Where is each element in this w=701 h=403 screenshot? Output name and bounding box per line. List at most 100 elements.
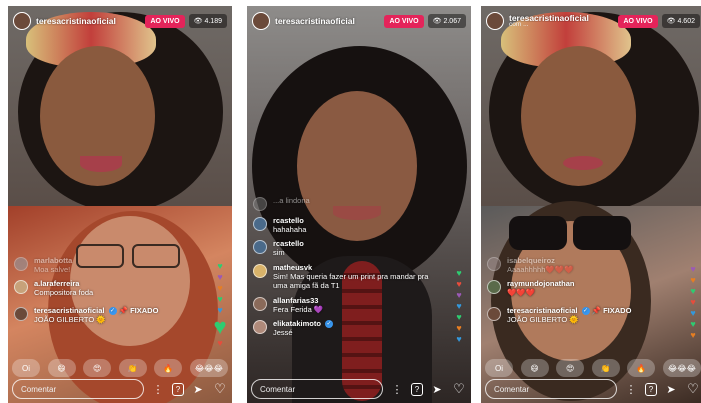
heart-icon: ♥ bbox=[456, 301, 462, 311]
viewer-count[interactable]: 👁 4.602 bbox=[661, 14, 700, 28]
heart-icon: ♥ bbox=[217, 261, 223, 271]
commenter-avatar[interactable] bbox=[14, 257, 28, 271]
comment-username[interactable]: marlabotta bbox=[34, 256, 72, 265]
comment-username[interactable]: allanfarias33 bbox=[273, 296, 323, 305]
quick-reply-laugh[interactable]: 😂😂😂 bbox=[662, 359, 701, 377]
commenter-avatar[interactable] bbox=[14, 306, 28, 321]
send-icon[interactable]: ➤ bbox=[429, 381, 445, 397]
commenter-avatar[interactable] bbox=[253, 319, 267, 334]
heart-icon: ♥ bbox=[217, 338, 223, 348]
comment-text: Fera Ferida 💜 bbox=[273, 304, 324, 314]
commenter-avatar[interactable] bbox=[487, 306, 501, 321]
comment-username[interactable]: rcastello bbox=[273, 216, 306, 225]
comment-item: isabelqueiroz Aaaahhhhh❤️❤️❤️ bbox=[487, 256, 677, 274]
more-options-icon[interactable]: ⋮ bbox=[389, 381, 405, 397]
like-heart-icon[interactable]: ♡ bbox=[685, 381, 701, 397]
comment-username[interactable]: matheusvk bbox=[273, 263, 443, 272]
quick-reactions: Oi 😄 😍 👏 🔥 😂😂😂 bbox=[12, 359, 228, 377]
comment-item: matheusvk Sim! Mas queria fazer um print … bbox=[253, 263, 443, 291]
commenter-avatar[interactable] bbox=[253, 197, 267, 211]
comment-item: elikatakimoto ✓ Jessé bbox=[253, 319, 443, 337]
comment-input[interactable] bbox=[12, 379, 144, 399]
quick-reply-fire[interactable]: 🔥 bbox=[627, 359, 656, 377]
floating-hearts: ♥ ♥ ♥ ♥ ♥ ♥ ♥ bbox=[685, 264, 701, 341]
comment-input[interactable] bbox=[251, 379, 383, 399]
live-badge: AO VIVO bbox=[145, 14, 185, 28]
host-username[interactable]: teresacristinaoficial bbox=[36, 16, 145, 26]
heart-icon: ♥ bbox=[690, 319, 696, 329]
heart-icon: ♥ bbox=[690, 275, 696, 285]
commenter-avatar[interactable] bbox=[14, 280, 28, 295]
comment-text: JOÃO GILBERTO 🌞 bbox=[34, 314, 106, 324]
heart-icon: ♥ bbox=[690, 308, 696, 318]
heart-icon: ♥ bbox=[690, 264, 696, 274]
question-icon[interactable]: ? bbox=[172, 382, 184, 396]
pinned-comment: teresacristinaoficial ✓ 📌 FIXADO JOÃO GI… bbox=[487, 306, 677, 324]
commenter-avatar[interactable] bbox=[487, 257, 501, 271]
comment-bar: ⋮ ? ➤ ♡ bbox=[12, 379, 228, 399]
comment-text: JOÃO GILBERTO 🌞 bbox=[507, 314, 579, 324]
comment-text: Sim! Mas queria fazer um print pra manda… bbox=[273, 271, 429, 291]
heart-icon: ♥ bbox=[690, 330, 696, 340]
more-options-icon[interactable]: ⋮ bbox=[623, 381, 639, 397]
host-video bbox=[481, 6, 701, 212]
commenter-avatar[interactable] bbox=[253, 296, 267, 311]
quick-reply-oi[interactable]: Oi bbox=[12, 359, 40, 377]
host-username[interactable]: teresacristinaoficial bbox=[275, 16, 384, 26]
quick-reply-clap[interactable]: 👏 bbox=[591, 359, 620, 377]
comment-input[interactable] bbox=[485, 379, 617, 399]
commenter-avatar[interactable] bbox=[253, 240, 267, 255]
comment-list: isabelqueiroz Aaaahhhhh❤️❤️❤️ raymundojon… bbox=[487, 256, 677, 329]
quick-reply-hearteyes[interactable]: 😍 bbox=[83, 359, 112, 377]
host-video bbox=[8, 6, 232, 212]
quick-reply-clap[interactable]: 👏 bbox=[118, 359, 147, 377]
like-heart-icon[interactable]: ♡ bbox=[212, 381, 228, 397]
more-options-icon[interactable]: ⋮ bbox=[150, 381, 166, 397]
question-icon[interactable]: ? bbox=[411, 382, 423, 396]
comment-item: rcastello sim bbox=[253, 239, 443, 257]
comment-username[interactable]: elikatakimoto ✓ bbox=[273, 319, 334, 328]
live-badge: AO VIVO bbox=[618, 14, 658, 28]
quick-reply-hearteyes[interactable]: 😍 bbox=[556, 359, 585, 377]
commenter-avatar[interactable] bbox=[487, 280, 501, 295]
commenter-avatar[interactable] bbox=[253, 263, 267, 278]
pinned-comment: teresacristinaoficial ✓ 📌 FIXADO JOÃO GI… bbox=[14, 306, 204, 324]
comment-text: Jessé bbox=[273, 327, 293, 337]
comment-username[interactable]: teresacristinaoficial ✓ 📌 FIXADO bbox=[34, 306, 158, 315]
quick-reply-oi[interactable]: Oi bbox=[485, 359, 513, 377]
quick-reply-smile[interactable]: 😄 bbox=[47, 359, 76, 377]
live-panel-1: teresacristinaoficial AO VIVO 👁 4.189 ma… bbox=[8, 6, 232, 403]
comment-item: allanfarias33 Fera Ferida 💜 bbox=[253, 296, 443, 314]
host-subtitle: com ... bbox=[509, 21, 529, 28]
live-panel-2: teresacristinaoficial AO VIVO 👁 2.067 ..… bbox=[247, 6, 471, 403]
commenter-avatar[interactable] bbox=[253, 217, 267, 231]
comment-username[interactable]: isabelqueiroz bbox=[507, 256, 573, 265]
comment-bar: ⋮ ? ➤ ♡ bbox=[251, 379, 467, 399]
quick-reply-fire[interactable]: 🔥 bbox=[154, 359, 183, 377]
send-icon[interactable]: ➤ bbox=[663, 381, 679, 397]
live-header: teresacristinaoficial AO VIVO 👁 4.189 bbox=[8, 6, 232, 36]
comment-text: hahahaha bbox=[273, 225, 307, 234]
comment-text: ❤️❤️❤️ bbox=[507, 288, 536, 298]
heart-icon: ♥ bbox=[456, 312, 462, 322]
host-avatar[interactable] bbox=[486, 12, 504, 30]
comment-item: raymundojonathan ❤️❤️❤️ bbox=[487, 279, 677, 297]
host-avatar[interactable] bbox=[13, 12, 31, 30]
quick-reply-smile[interactable]: 😄 bbox=[520, 359, 549, 377]
heart-icon: ♥ bbox=[213, 314, 227, 339]
floating-hearts: ♥ ♥ ♥ ♥ ♥ ♥ ♥ bbox=[212, 261, 228, 349]
viewer-count[interactable]: 👁 4.189 bbox=[188, 14, 227, 28]
question-icon[interactable]: ? bbox=[645, 382, 657, 396]
heart-icon: ♥ bbox=[456, 290, 462, 300]
pinned-label: 📌 FIXADO bbox=[591, 305, 632, 315]
heart-icon: ♥ bbox=[456, 334, 462, 344]
comment-username[interactable]: teresacristinaoficial ✓ 📌 FIXADO bbox=[507, 306, 631, 315]
comment-text: sim bbox=[273, 248, 285, 258]
send-icon[interactable]: ➤ bbox=[190, 381, 206, 397]
viewer-count[interactable]: 👁 2.067 bbox=[427, 14, 466, 28]
quick-reply-laugh[interactable]: 😂😂😂 bbox=[189, 359, 228, 377]
heart-icon: ♥ bbox=[690, 297, 696, 307]
comment-text: ...a lindona bbox=[273, 196, 310, 205]
host-avatar[interactable] bbox=[252, 12, 270, 30]
like-heart-icon[interactable]: ♡ bbox=[451, 381, 467, 397]
